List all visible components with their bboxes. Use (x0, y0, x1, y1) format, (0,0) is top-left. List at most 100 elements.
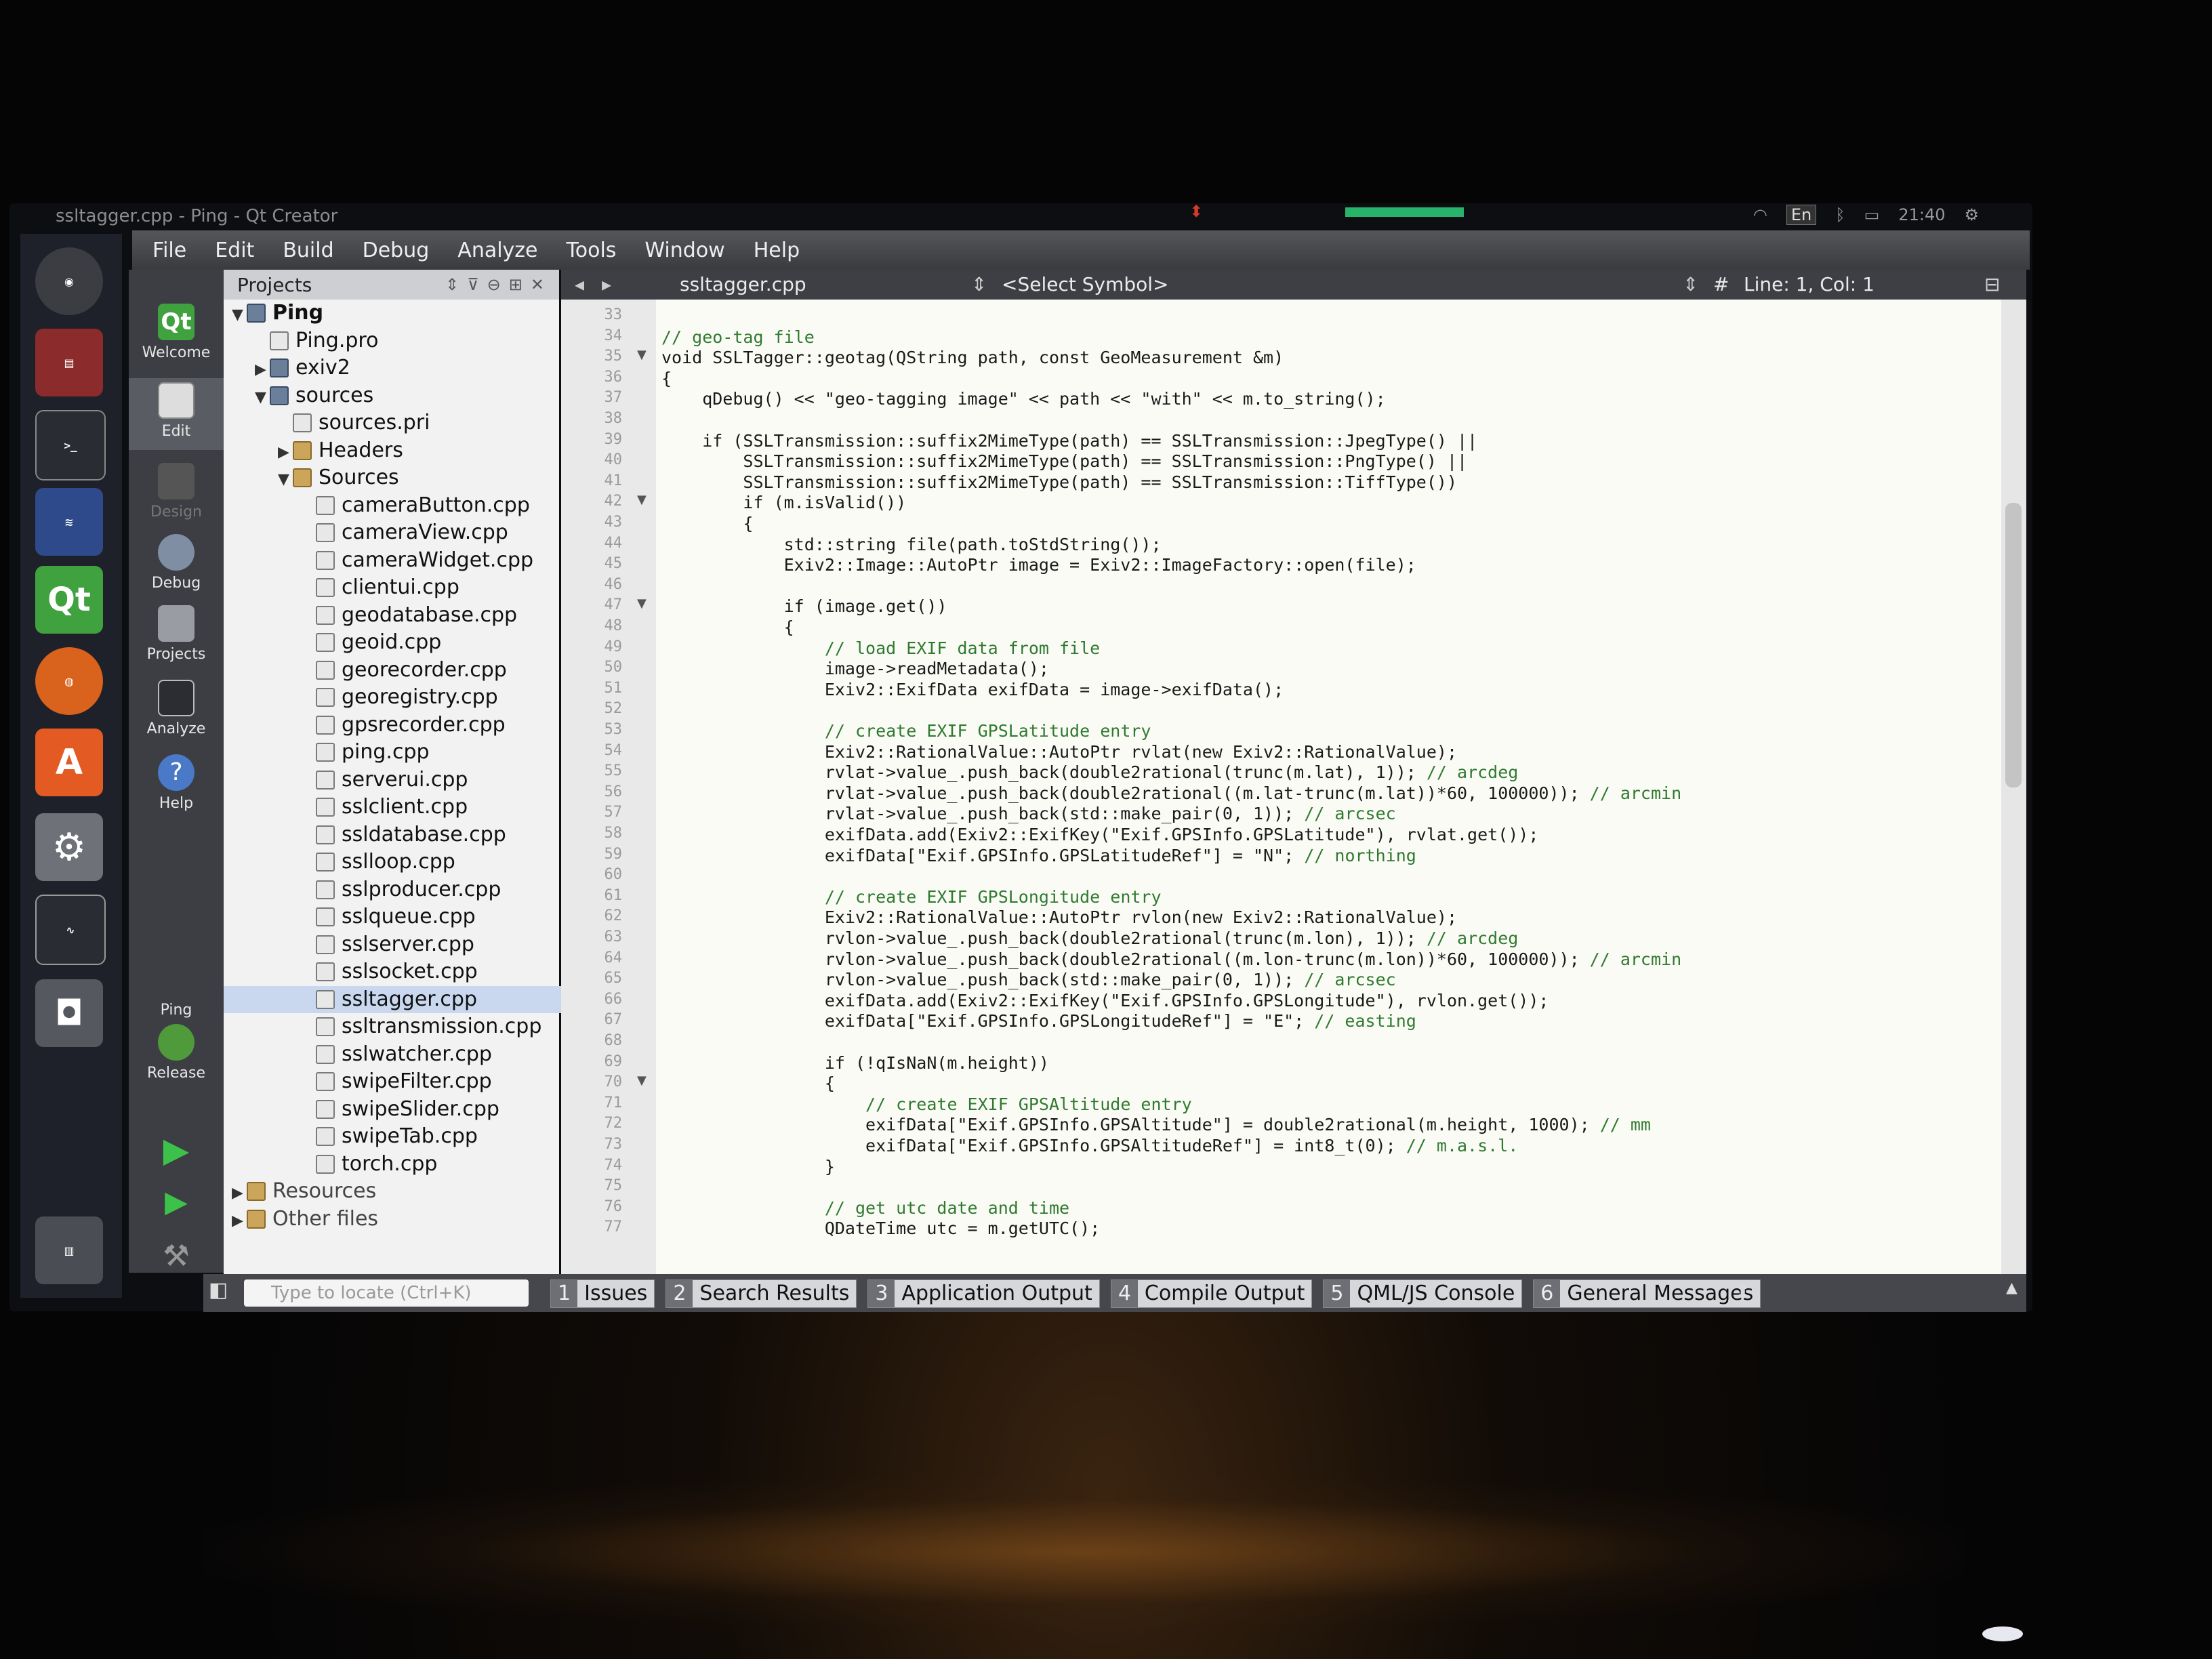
power-gear-icon[interactable]: ⚙ (1964, 205, 1979, 224)
output-tab[interactable]: 2 Search Results (665, 1279, 857, 1308)
tree-item[interactable]: ping.cpp (301, 739, 430, 766)
filter-icon[interactable]: ⊽ (467, 275, 487, 294)
kit-selector[interactable]: Ping Release (129, 1002, 224, 1082)
camera-icon[interactable]: ◘ (35, 979, 103, 1047)
sort-icon[interactable]: ⇕ (445, 275, 467, 294)
chevron-right-icon[interactable]: ▶ (278, 439, 293, 466)
toggle-sidebar-icon[interactable]: ◧ (209, 1278, 228, 1302)
scrollbar-thumb[interactable] (2005, 503, 2022, 787)
tree-item[interactable]: ▶ Other files (232, 1206, 378, 1233)
split-icon[interactable]: ⊞ (509, 275, 531, 294)
chevron-down-icon[interactable]: ▼ (232, 302, 247, 329)
tree-item[interactable]: sslwatcher.cpp (301, 1041, 492, 1068)
tree-item[interactable]: geoid.cpp (301, 629, 441, 656)
tree-item[interactable]: gpsrecorder.cpp (301, 712, 506, 739)
open-document-selector[interactable]: ssltagger.cpp (680, 273, 806, 295)
output-tab[interactable]: 6 General Messages (1533, 1279, 1761, 1308)
menu-edit[interactable]: Edit (215, 239, 254, 262)
menu-debug[interactable]: Debug (363, 239, 430, 262)
qt-creator-icon[interactable]: Qt (35, 566, 103, 634)
tree-item[interactable]: ssltransmission.cpp (301, 1013, 541, 1040)
projects-panel-title[interactable]: Projects (237, 274, 445, 296)
menu-analyze[interactable]: Analyze (457, 239, 537, 262)
tree-item[interactable]: serverui.cpp (301, 766, 468, 794)
code-editor[interactable]: // geo-tag file void SSLTagger::geotag(QS… (656, 300, 2001, 1274)
nav-forward-icon[interactable]: ▸ (602, 273, 611, 295)
mode-analyze[interactable]: Analyze (129, 680, 224, 737)
system-monitor-icon[interactable]: ∿ (35, 895, 106, 965)
chevron-updown-icon[interactable]: ⇕ (971, 273, 987, 295)
trash-icon[interactable]: ▥ (35, 1216, 103, 1284)
symbol-selector[interactable]: <Select Symbol> (1002, 273, 1169, 295)
tree-item[interactable]: ssldatabase.cpp (301, 821, 506, 848)
mode-projects[interactable]: Projects (129, 605, 224, 663)
tree-item[interactable]: cameraWidget.cpp (301, 547, 533, 574)
link-icon[interactable]: ⊖ (487, 275, 509, 294)
mode-edit[interactable]: Edit (129, 378, 224, 450)
tree-item[interactable]: ▼ Sources (278, 464, 399, 491)
chevron-right-icon[interactable]: ▶ (255, 356, 270, 384)
menu-file[interactable]: File (152, 239, 186, 262)
tree-item[interactable]: ▶ exiv2 (255, 354, 350, 382)
editor-scrollbar[interactable] (2001, 300, 2026, 1274)
tree-item[interactable]: sslqueue.cpp (301, 903, 476, 930)
tree-item[interactable]: cameraButton.cpp (301, 492, 530, 519)
tree-item[interactable]: swipeSlider.cpp (301, 1096, 499, 1123)
tree-item[interactable]: ▶ Resources (232, 1178, 376, 1205)
build-hammer-icon[interactable]: ⚒ (129, 1239, 224, 1273)
output-tab[interactable]: 5 QML/JS Console (1323, 1279, 1523, 1308)
menu-help[interactable]: Help (754, 239, 800, 262)
tree-item[interactable]: georecorder.cpp (301, 657, 507, 684)
tree-item[interactable]: sslproducer.cpp (301, 876, 501, 903)
chevron-down-icon[interactable]: ▼ (255, 384, 270, 411)
system-settings-icon[interactable]: ⚙ (35, 813, 103, 881)
tree-item[interactable]: torch.cpp (301, 1151, 437, 1178)
chevron-right-icon[interactable]: ▶ (232, 1180, 247, 1207)
tree-item[interactable]: swipeTab.cpp (301, 1123, 478, 1150)
tree-item[interactable]: sslloop.cpp (301, 848, 455, 876)
terminal-icon[interactable]: >_ (35, 410, 106, 480)
split-editor-icon[interactable]: ⊟ (1984, 273, 2000, 295)
nav-back-icon[interactable]: ◂ (575, 273, 584, 295)
fold-marker-icon[interactable]: ▼ (637, 596, 647, 611)
chevron-right-icon[interactable]: ▶ (232, 1208, 247, 1235)
tree-item[interactable]: swipeFilter.cpp (301, 1068, 492, 1095)
mode-help[interactable]: ? Help (129, 754, 224, 812)
output-tab[interactable]: 3 Application Output (867, 1279, 1100, 1308)
debug-run-icon[interactable]: ▶ (129, 1185, 224, 1219)
battery-icon[interactable]: ▭ (1864, 205, 1880, 224)
firefox-icon[interactable]: ◍ (35, 647, 103, 715)
fold-marker-icon[interactable]: ▼ (637, 348, 647, 362)
tree-item[interactable]: sslsocket.cpp (301, 958, 478, 985)
keyboard-layout-indicator[interactable]: En (1786, 205, 1817, 225)
menu-tools[interactable]: Tools (567, 239, 617, 262)
bluetooth-icon[interactable]: ᛒ (1835, 205, 1845, 224)
output-tab[interactable]: 1 Issues (550, 1279, 655, 1308)
files-icon[interactable]: ▤ (35, 329, 103, 396)
mode-welcome[interactable]: Qt Welcome (129, 304, 224, 361)
fold-marker-icon[interactable]: ▼ (637, 493, 647, 507)
tree-item[interactable]: ▶ Headers (278, 437, 403, 464)
clock[interactable]: 21:40 (1898, 205, 1945, 224)
expand-pane-icon[interactable]: ▲ (2006, 1279, 2018, 1296)
tree-item[interactable]: sslserver.cpp (301, 931, 474, 958)
tree-item[interactable]: ▼ sources (255, 382, 373, 409)
tree-item[interactable]: geodatabase.cpp (301, 602, 517, 629)
tree-item[interactable]: sources.pri (278, 409, 430, 436)
wifi-icon[interactable]: ◠ (1753, 205, 1767, 224)
tree-item[interactable]: cameraView.cpp (301, 519, 508, 546)
tree-item[interactable]: sslclient.cpp (301, 794, 468, 821)
mode-debug[interactable]: Debug (129, 534, 224, 592)
tree-item[interactable]: georegistry.cpp (301, 684, 498, 711)
symbol-chevron-icon[interactable]: ⇕ (1683, 273, 1698, 295)
tree-item[interactable]: Ping.pro (255, 327, 378, 354)
chevron-down-icon[interactable]: ▼ (278, 466, 293, 493)
output-tab[interactable]: 4 Compile Output (1110, 1279, 1313, 1308)
menu-window[interactable]: Window (644, 239, 724, 262)
dash-home-icon[interactable]: ◉ (35, 247, 103, 315)
more-tabs-chevron-icon[interactable]: ⇕ (1735, 1281, 1750, 1303)
eclipse-icon[interactable]: ≋ (35, 488, 103, 556)
tree-item[interactable]: clientui.cpp (301, 574, 459, 601)
menu-build[interactable]: Build (283, 239, 333, 262)
software-center-icon[interactable]: A (35, 729, 103, 796)
